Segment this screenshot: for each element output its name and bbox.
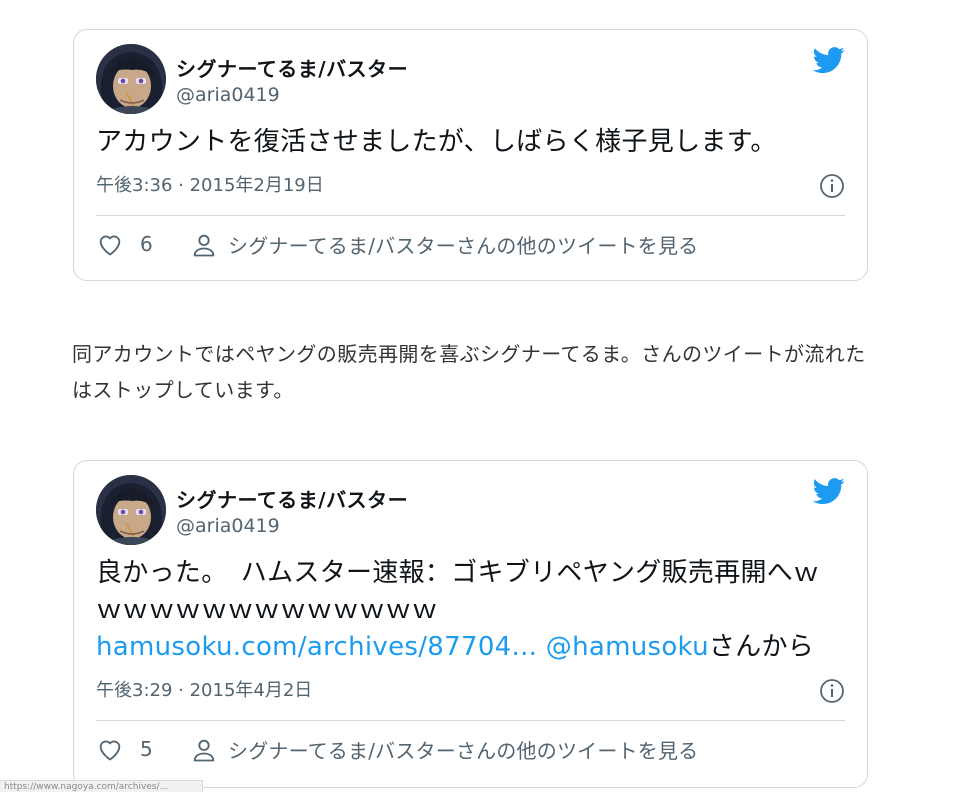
person-icon <box>193 739 215 761</box>
tweet-text-body: 良かった。 ハムスター速報：ゴキブリペヤング販売再開へｗｗｗｗｗｗｗｗｗｗｗｗｗ… <box>96 558 820 625</box>
like-count: 5 <box>140 737 153 761</box>
heart-icon <box>99 740 121 761</box>
tweet-actions: 6 シグナーてるま/バスターさんの他のツイートを見る <box>96 216 845 274</box>
tweet-meta: 午後3:29 · 2015年4月2日 <box>96 678 845 718</box>
tweet-timestamp[interactable]: 午後3:36 · 2015年2月19日 <box>96 175 324 196</box>
article-line: 同アカウントではペヤングの販売再開を喜ぶシグナーてるま。さんのツイートが流れた <box>72 342 866 366</box>
author-handle[interactable]: @aria0419 <box>176 515 280 537</box>
tweet-link[interactable]: hamusoku.com/archives/87704... <box>96 632 537 662</box>
author-name[interactable]: シグナーてるま/バスター <box>176 484 408 513</box>
tweet-timestamp[interactable]: 午後3:29 · 2015年4月2日 <box>96 680 312 701</box>
author-name[interactable]: シグナーてるま/バスター <box>176 53 408 82</box>
author-handle[interactable]: @aria0419 <box>176 84 280 106</box>
twitter-bird-icon[interactable] <box>811 44 847 76</box>
article-paragraph: 同アカウントではペヤングの販売再開を喜ぶシグナーてるま。さんのツイートが流れた … <box>72 336 866 408</box>
avatar[interactable] <box>96 44 166 114</box>
more-tweets-link[interactable]: シグナーてるま/バスターさんの他のツイートを見る <box>190 735 698 764</box>
more-tweets-link[interactable]: シグナーてるま/バスターさんの他のツイートを見る <box>190 230 698 259</box>
tweet-embed[interactable]: シグナーてるま/バスター @aria0419 良かった。 ハムスター速報：ゴキブ… <box>73 460 868 788</box>
tweet-text: 良かった。 ハムスター速報：ゴキブリペヤング販売再開へｗｗｗｗｗｗｗｗｗｗｗｗｗ… <box>96 555 845 666</box>
more-tweets-label: シグナーてるま/バスターさんの他のツイートを見る <box>228 234 699 258</box>
person-icon <box>193 234 215 256</box>
more-tweets-label: シグナーてるま/バスターさんの他のツイートを見る <box>228 739 699 763</box>
tweet-text-suffix: さんから <box>708 632 815 662</box>
tweet-actions: 5 シグナーてるま/バスターさんの他のツイートを見る <box>96 721 845 779</box>
tweet-mention[interactable]: @hamusoku <box>546 632 709 662</box>
like-button[interactable]: 6 <box>96 230 153 258</box>
like-count: 6 <box>140 232 153 256</box>
info-icon[interactable] <box>819 678 845 704</box>
tweet-text: アカウントを復活させましたが、しばらく様子見します。 <box>96 127 777 157</box>
tweet-header: シグナーてるま/バスター @aria0419 <box>96 44 845 118</box>
heart-icon <box>99 235 121 256</box>
tweet-embed[interactable]: シグナーてるま/バスター @aria0419 アカウントを復活させましたが、しば… <box>73 29 868 281</box>
like-button[interactable]: 5 <box>96 735 153 763</box>
tweet-meta: 午後3:36 · 2015年2月19日 <box>96 173 845 213</box>
tweet-header: シグナーてるま/バスター @aria0419 <box>96 475 845 549</box>
info-icon[interactable] <box>819 173 845 199</box>
avatar[interactable] <box>96 475 166 545</box>
twitter-bird-icon[interactable] <box>811 475 847 507</box>
article-line: はストップしています。 <box>72 378 294 402</box>
status-url: https://www.nagoya.com/archives/... <box>4 782 169 792</box>
browser-status-bar: https://www.nagoya.com/archives/... <box>0 780 203 792</box>
